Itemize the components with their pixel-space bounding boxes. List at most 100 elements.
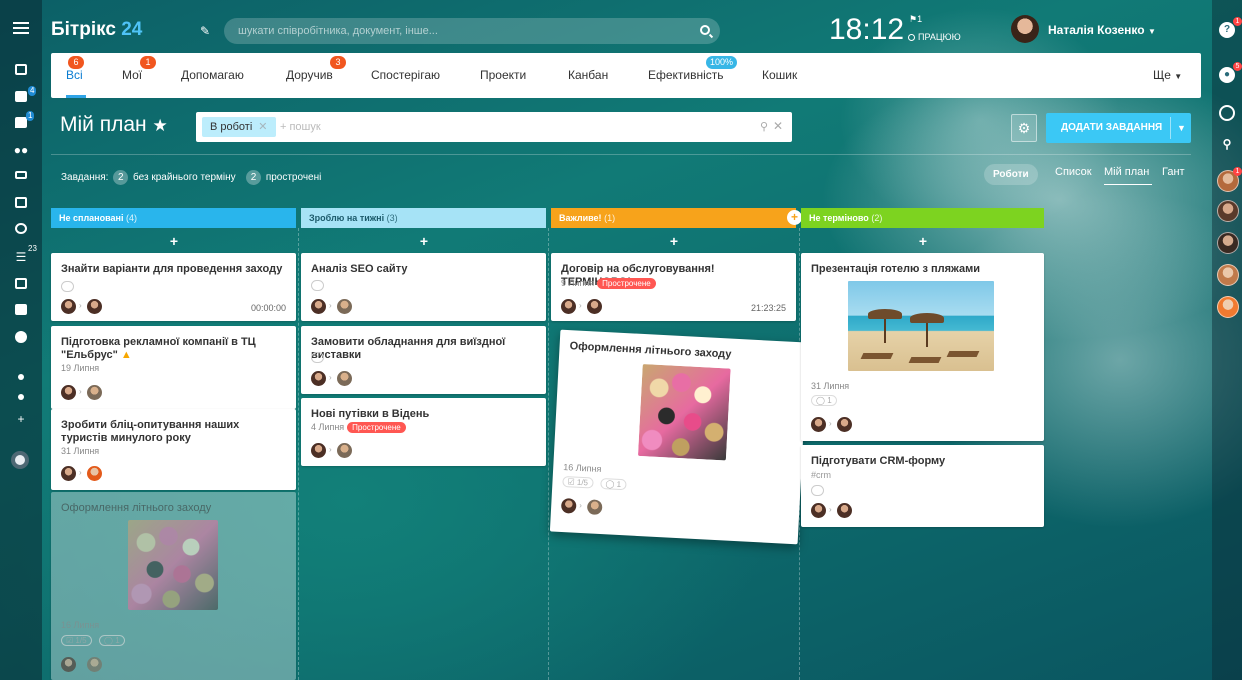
search-input[interactable] (238, 18, 678, 44)
star-icon[interactable]: ★ (152, 116, 167, 135)
task-card[interactable]: Замовити обладнання для виїздної виставк… (301, 326, 546, 394)
calendar-icon[interactable] (311, 352, 324, 363)
user-avatar[interactable] (1011, 15, 1039, 43)
column-header-unplanned[interactable]: Не сплановані (4) (51, 208, 296, 228)
check-circle-icon[interactable] (13, 330, 29, 344)
tab-assisting[interactable]: Допомагаю (181, 68, 244, 82)
contact-avatar[interactable] (1217, 296, 1239, 318)
contacts-icon[interactable] (13, 303, 29, 317)
task-card[interactable]: Знайти варіанти для проведення заходу › … (51, 253, 296, 321)
drive-icon[interactable] (13, 168, 29, 182)
calendar-icon[interactable] (311, 280, 324, 291)
add-card-button[interactable]: + (419, 233, 429, 249)
task-card[interactable]: Підготовка рекламної компанії в ТЦ "Ельб… (51, 326, 296, 409)
search-icon[interactable] (700, 25, 710, 35)
view-roboti[interactable]: Роботи (984, 164, 1038, 185)
tab-projects[interactable]: Проекти (480, 68, 526, 82)
avatar[interactable] (811, 417, 826, 432)
task-card[interactable]: Договір на обслуговування! ТЕРМІНОВО! ▲ … (551, 253, 796, 321)
task-card[interactable]: Презентація готелю з пляжами 31 Липня ◯ … (801, 253, 1044, 441)
avatar[interactable] (311, 443, 326, 458)
tab-kanban[interactable]: Канбан (568, 68, 608, 82)
avatar[interactable] (87, 466, 102, 481)
avatar[interactable] (586, 499, 603, 516)
view-my-plan[interactable]: Мій план (1104, 166, 1149, 178)
tab-all[interactable]: Всі 6 (66, 56, 84, 82)
active-app-icon[interactable] (11, 451, 29, 469)
dragged-task-card[interactable]: Оформлення літнього заходу 16 Липня ☑ 1/… (549, 329, 809, 545)
calendar-icon[interactable] (13, 196, 29, 210)
add-icon[interactable]: + (13, 412, 29, 426)
no-deadline-label[interactable]: без крайнього терміну (133, 172, 236, 183)
add-card-button[interactable]: + (669, 233, 679, 249)
tab-efficiency[interactable]: Ефективність 100% (648, 56, 738, 82)
card-date[interactable]: 31 Липня (61, 446, 99, 456)
pencil-icon[interactable]: ✎ (200, 24, 210, 38)
task-card[interactable]: Нові путівки в Відень 4 Липня Прострочене… (301, 398, 546, 466)
search-icon[interactable]: ⚲ (760, 120, 768, 133)
card-date[interactable]: 16 Липня (563, 462, 602, 474)
task-card[interactable]: Зробити бліц-опитування наших туристів м… (51, 409, 296, 490)
avatar[interactable] (87, 299, 102, 314)
avatar[interactable] (837, 417, 852, 432)
view-gantt[interactable]: Гант (1162, 166, 1185, 178)
chevron-down-icon[interactable]: ▼ (1177, 113, 1186, 143)
calendar-icon[interactable] (61, 281, 74, 292)
card-date[interactable]: 31 Липня (811, 381, 849, 391)
filter-input[interactable] (280, 118, 680, 136)
open-lines-icon[interactable] (1219, 105, 1235, 121)
task-card[interactable]: Підготувати CRM-форму #crm › (801, 445, 1044, 527)
add-card-button[interactable]: + (169, 233, 179, 249)
avatar[interactable] (311, 299, 326, 314)
add-task-button[interactable]: ДОДАТИ ЗАВДАННЯ ▼ (1046, 113, 1191, 143)
files-pill[interactable]: ◯ 1 (811, 395, 837, 406)
tasks-icon[interactable] (13, 90, 29, 104)
flag-icon[interactable]: ⚑1 (909, 14, 922, 25)
add-card-button[interactable]: + (918, 233, 928, 249)
avatar[interactable] (587, 299, 602, 314)
filter-chip[interactable]: В роботі ✕ (202, 117, 276, 137)
filter-search[interactable]: В роботі ✕ ⚲ ✕ (196, 112, 792, 142)
bell-icon[interactable]: ● (1219, 67, 1235, 83)
avatar[interactable] (337, 299, 352, 314)
sitemap-icon[interactable] (13, 370, 29, 384)
menu-icon[interactable] (13, 22, 29, 34)
avatar[interactable] (811, 503, 826, 518)
card-date[interactable]: 19 Липня (61, 363, 99, 373)
work-status[interactable]: ПРАЦЮЮ (908, 32, 961, 42)
tab-assigned[interactable]: Доручив 3 (286, 56, 346, 82)
avatar[interactable] (337, 371, 352, 386)
close-icon[interactable]: ✕ (258, 121, 267, 133)
column-header-important[interactable]: Важливе! (1) (551, 208, 796, 228)
avatar[interactable] (61, 385, 76, 400)
no-deadline-count[interactable]: 2 (113, 170, 129, 185)
overdue-label[interactable]: прострочені (266, 172, 322, 183)
card-date[interactable]: 4 Липня (311, 422, 344, 432)
avatar[interactable] (87, 385, 102, 400)
help-icon[interactable]: ? (1219, 22, 1235, 38)
card-timer[interactable]: 00:00:00 (251, 303, 286, 313)
avatar[interactable] (61, 466, 76, 481)
tab-trash[interactable]: Кошик (762, 68, 797, 82)
avatar[interactable] (337, 443, 352, 458)
avatar[interactable] (560, 497, 577, 514)
tab-mine[interactable]: Мої 1 (122, 56, 156, 82)
view-list[interactable]: Список (1055, 166, 1092, 178)
task-card[interactable]: Аналіз SEO сайту › (301, 253, 546, 321)
search-contacts-icon[interactable]: ⚲ (1219, 136, 1235, 152)
column-header-not-urgent[interactable]: Не терміново (2) (801, 208, 1044, 228)
card-tag[interactable]: #crm (811, 470, 831, 480)
settings-icon[interactable] (13, 390, 29, 404)
clear-icon[interactable]: ✕ (773, 119, 783, 133)
tab-watching[interactable]: Спостерігаю (371, 68, 440, 82)
settings-button[interactable]: ⚙ (1011, 114, 1037, 142)
window-icon[interactable] (13, 277, 29, 291)
card-date[interactable]: 9 Липня (561, 278, 594, 288)
files-pill[interactable]: ◯ 1 (600, 477, 627, 491)
contact-avatar[interactable] (1217, 200, 1239, 222)
user-menu[interactable]: Наталія Козенко ▼ (1048, 23, 1156, 37)
card-timer[interactable]: 21:23:25 (751, 303, 786, 313)
avatar[interactable] (837, 503, 852, 518)
add-column-icon[interactable]: + (787, 210, 802, 225)
avatar[interactable] (61, 299, 76, 314)
